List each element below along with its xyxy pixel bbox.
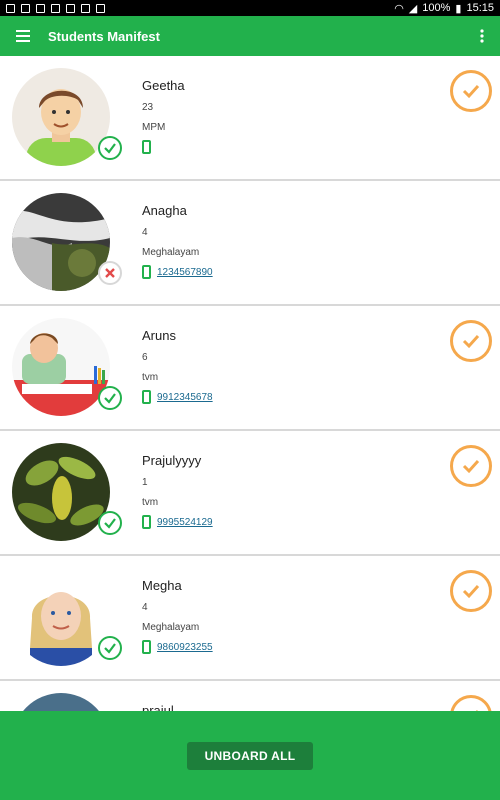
check-icon xyxy=(462,584,480,599)
unboard-all-button[interactable]: UNBOARD ALL xyxy=(186,741,314,770)
student-list[interactable]: Geetha 23 MPM Anagha 4 Meghalayam 123456… xyxy=(0,56,500,711)
page-title: Students Manifest xyxy=(48,28,160,44)
student-info: prajul xyxy=(142,703,174,711)
student-place: Meghalayam xyxy=(142,622,200,633)
student-row[interactable]: prajul xyxy=(0,681,500,711)
student-age: 6 xyxy=(142,352,148,363)
student-name: Geetha xyxy=(142,78,185,93)
student-row[interactable]: Prajulyyyy 1 tvm 9995524129 xyxy=(0,431,500,556)
check-icon xyxy=(104,643,116,654)
boarded-status-badge xyxy=(98,636,122,660)
student-info: Prajulyyyy 1 tvm 9995524129 xyxy=(142,453,213,529)
student-place: tvm xyxy=(142,497,159,508)
phone-line: 1234567890 xyxy=(142,265,213,279)
wifi-icon: ◠ xyxy=(394,2,404,15)
clock: 15:15 xyxy=(466,2,494,14)
phone-icon xyxy=(142,640,151,654)
board-check-button[interactable] xyxy=(450,320,492,362)
board-check-button[interactable] xyxy=(450,570,492,612)
wrench-icon xyxy=(36,3,45,13)
student-age: 4 xyxy=(142,602,148,613)
check-icon xyxy=(104,518,116,529)
battery-level: 100% xyxy=(422,2,451,14)
phone-link[interactable]: 9860923255 xyxy=(157,642,213,653)
student-avatar xyxy=(12,193,110,291)
student-avatar xyxy=(12,568,110,666)
phone-icon xyxy=(142,515,151,529)
boarded-status-badge xyxy=(98,511,122,535)
student-row[interactable]: Anagha 4 Meghalayam 1234567890 xyxy=(0,181,500,306)
student-place: Meghalayam xyxy=(142,247,200,258)
phone-line: 9912345678 xyxy=(142,390,213,404)
phone-icon xyxy=(142,390,151,404)
student-row[interactable]: Aruns 6 tvm 9912345678 xyxy=(0,306,500,431)
close-icon xyxy=(105,268,115,278)
check-icon xyxy=(104,393,116,404)
status-bar: ◠ ◢ 100% ▮ 15:15 xyxy=(0,0,500,16)
status-icons-left xyxy=(6,3,105,13)
student-avatar xyxy=(12,68,110,166)
student-name: Aruns xyxy=(142,328,176,343)
student-place: MPM xyxy=(142,122,166,133)
image-icon xyxy=(51,3,60,13)
check-icon xyxy=(462,334,480,349)
student-name: Prajulyyyy xyxy=(142,453,202,468)
phone-icon xyxy=(142,140,151,154)
menu-icon[interactable] xyxy=(16,30,30,42)
student-age: 4 xyxy=(142,227,148,238)
phone-link[interactable]: 1234567890 xyxy=(157,267,213,278)
gmail-icon xyxy=(81,3,90,13)
battery-icon: ▮ xyxy=(455,2,462,15)
student-row[interactable]: Geetha 23 MPM xyxy=(0,56,500,181)
check-icon xyxy=(462,84,480,99)
mail-icon xyxy=(96,3,105,13)
student-avatar xyxy=(12,318,110,416)
student-avatar xyxy=(12,443,110,541)
signal-icon: ◢ xyxy=(408,2,418,15)
student-info: Geetha 23 MPM xyxy=(142,78,185,154)
not-boarded-status-badge xyxy=(98,261,122,285)
phone-icon xyxy=(142,265,151,279)
location-icon xyxy=(21,3,30,13)
phone-link[interactable]: 9995524129 xyxy=(157,517,213,528)
phone-line: 9995524129 xyxy=(142,515,213,529)
overflow-menu-icon[interactable] xyxy=(480,29,484,43)
nfc-icon xyxy=(66,3,75,13)
student-avatar xyxy=(12,693,110,711)
bottom-action-bar: UNBOARD ALL xyxy=(0,711,500,800)
student-info: Aruns 6 tvm 9912345678 xyxy=(142,328,213,404)
board-check-button[interactable] xyxy=(450,445,492,487)
student-info: Megha 4 Meghalayam 9860923255 xyxy=(142,578,213,654)
board-check-button[interactable] xyxy=(450,70,492,112)
student-name: prajul xyxy=(142,703,174,711)
student-age: 1 xyxy=(142,477,148,488)
notification-icon xyxy=(6,3,15,13)
phone-line: 9860923255 xyxy=(142,640,213,654)
board-check-button[interactable] xyxy=(450,695,492,711)
boarded-status-badge xyxy=(98,386,122,410)
student-row[interactable]: Megha 4 Meghalayam 9860923255 xyxy=(0,556,500,681)
student-age: 23 xyxy=(142,102,154,113)
check-icon xyxy=(462,459,480,474)
student-name: Anagha xyxy=(142,203,187,218)
status-icons-right: ◠ ◢ 100% ▮ 15:15 xyxy=(394,2,494,15)
student-name: Megha xyxy=(142,578,182,593)
boarded-status-badge xyxy=(98,136,122,160)
phone-line xyxy=(142,140,185,154)
app-bar: Students Manifest xyxy=(0,16,500,56)
student-place: tvm xyxy=(142,372,159,383)
phone-link[interactable]: 9912345678 xyxy=(157,392,213,403)
check-icon xyxy=(104,143,116,154)
student-info: Anagha 4 Meghalayam 1234567890 xyxy=(142,203,213,279)
